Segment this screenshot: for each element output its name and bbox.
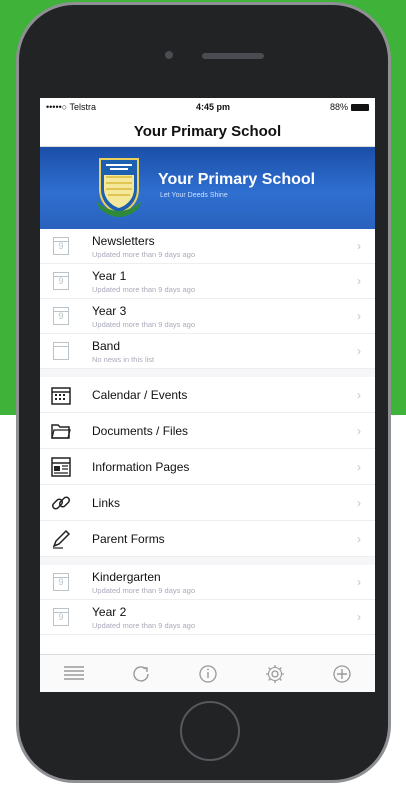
menu-item-label: Information Pages xyxy=(92,459,190,474)
calendar-icon: 9 xyxy=(50,305,72,327)
calendar-icon: 9 xyxy=(50,606,72,628)
menu-list: 9 Newsletters Updated more than 9 days ag… xyxy=(40,229,375,635)
calendar-icon xyxy=(50,384,72,406)
calendar-icon: 9 xyxy=(50,235,72,257)
list-item-subtitle: Updated more than 9 days ago xyxy=(92,284,195,294)
list-item-subtitle: Updated more than 9 days ago xyxy=(92,319,195,329)
menu-item-label: Documents / Files xyxy=(92,423,189,438)
chevron-right-icon: › xyxy=(357,575,361,589)
tab-bar xyxy=(40,654,375,692)
calendar-icon: 9 xyxy=(50,270,72,292)
menu-item-label: Links xyxy=(92,495,121,510)
app-screen: •••••○ Telstra 4:45 pm 88% Your Primary … xyxy=(40,98,375,692)
add-icon[interactable] xyxy=(327,659,357,689)
list-item-band[interactable]: Band No news in this list › xyxy=(40,334,375,369)
menu-item-calendar[interactable]: Calendar / Events › xyxy=(40,377,375,413)
list-item-newsletters[interactable]: 9 Newsletters Updated more than 9 days ag… xyxy=(40,229,375,264)
chevron-right-icon: › xyxy=(357,531,361,546)
menu-lines-icon[interactable] xyxy=(59,659,89,689)
menu-item-parent-forms[interactable]: Parent Forms › xyxy=(40,521,375,557)
list-item-year-3[interactable]: 9 Year 3 Updated more than 9 days ago › xyxy=(40,299,375,334)
list-item-subtitle: Updated more than 9 days ago xyxy=(92,249,195,259)
list-item-year-2[interactable]: 9 Year 2 Updated more than 9 days ago › xyxy=(40,600,375,635)
list-item-title: Kindergarten xyxy=(92,569,161,584)
list-item-title: Year 3 xyxy=(92,303,127,318)
home-button[interactable] xyxy=(180,701,240,761)
list-item-title: Newsletters xyxy=(92,233,155,248)
section-separator xyxy=(40,557,375,565)
chevron-right-icon: › xyxy=(357,344,361,358)
list-item-kindergarten[interactable]: 9 Kindergarten Updated more than 9 days a… xyxy=(40,565,375,600)
clock: 4:45 pm xyxy=(196,102,231,112)
calendar-day: 9 xyxy=(53,608,69,626)
calendar-day: 9 xyxy=(53,237,69,255)
refresh-icon[interactable] xyxy=(126,659,156,689)
chevron-right-icon: › xyxy=(357,423,361,438)
calendar-day: 9 xyxy=(53,307,69,325)
list-item-year-1[interactable]: 9 Year 1 Updated more than 9 days ago › xyxy=(40,264,375,299)
banner-title: Your Primary School xyxy=(158,171,316,188)
list-item-title: Year 2 xyxy=(92,604,127,619)
list-item-title: Year 1 xyxy=(92,268,127,283)
menu-item-label: Calendar / Events xyxy=(92,387,188,402)
chevron-right-icon: › xyxy=(357,239,361,253)
school-crest-icon xyxy=(96,158,142,217)
chevron-right-icon: › xyxy=(357,387,361,402)
info-icon[interactable] xyxy=(193,659,223,689)
settings-icon[interactable] xyxy=(260,659,290,689)
battery: 88% xyxy=(330,102,369,112)
calendar-day: 9 xyxy=(53,272,69,290)
chevron-right-icon: › xyxy=(357,274,361,288)
info-pages-icon xyxy=(50,456,72,478)
chevron-right-icon: › xyxy=(357,610,361,624)
camera xyxy=(165,51,173,59)
status-bar: •••••○ Telstra 4:45 pm 88% xyxy=(40,98,375,116)
speaker xyxy=(202,53,264,59)
folder-icon xyxy=(50,420,72,442)
menu-item-links[interactable]: Links › xyxy=(40,485,375,521)
list-item-subtitle: No news in this list xyxy=(92,354,155,364)
menu-item-label: Parent Forms xyxy=(92,531,165,546)
school-banner: Your Primary School Let Your Deeds Shine xyxy=(40,147,375,229)
calendar-icon xyxy=(50,340,72,362)
pen-icon xyxy=(50,528,72,550)
battery-icon xyxy=(350,104,369,112)
chevron-right-icon: › xyxy=(357,495,361,510)
list-item-subtitle: Updated more than 9 days ago xyxy=(92,585,195,595)
menu-item-information-pages[interactable]: Information Pages › xyxy=(40,449,375,485)
list-item-title: Band xyxy=(92,338,121,353)
nav-title: Your Primary School xyxy=(40,116,375,147)
calendar-day: 9 xyxy=(53,573,69,591)
menu-item-documents[interactable]: Documents / Files › xyxy=(40,413,375,449)
chevron-right-icon: › xyxy=(357,459,361,474)
link-icon xyxy=(50,492,72,514)
banner-motto: Let Your Deeds Shine xyxy=(160,192,228,199)
calendar-icon: 9 xyxy=(50,571,72,593)
section-separator xyxy=(40,369,375,377)
carrier: •••••○ Telstra xyxy=(46,102,97,112)
list-item-subtitle: Updated more than 9 days ago xyxy=(92,620,195,630)
chevron-right-icon: › xyxy=(357,309,361,323)
